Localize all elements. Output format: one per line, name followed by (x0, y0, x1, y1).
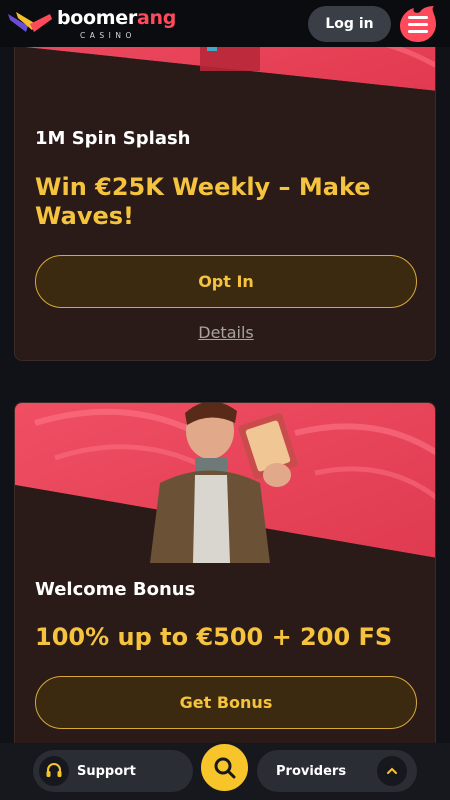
search-button[interactable] (198, 741, 251, 794)
get-bonus-button[interactable]: Get Bonus (35, 676, 417, 729)
details-link[interactable]: Details (15, 323, 435, 342)
promo-headline: Win €25K Weekly – Make Waves! (35, 173, 371, 230)
promo-title: 1M Spin Splash (35, 128, 191, 149)
promo-headline: 100% up to €500 + 200 FS (35, 623, 393, 651)
providers-label: Providers (276, 763, 347, 779)
providers-button[interactable]: Providers (257, 750, 417, 792)
welcome-bonus-banner-image (15, 403, 435, 563)
promo-title: Welcome Bonus (35, 579, 196, 600)
search-icon (214, 757, 235, 778)
top-header: boomerang CASINO Log in (0, 0, 450, 47)
promo-card-spin-splash: 1M Spin Splash Win €25K Weekly – Make Wa… (14, 0, 436, 361)
bottom-navigation: Support Providers (0, 741, 450, 800)
boomerang-logo-icon (8, 12, 52, 32)
support-button[interactable]: Support (33, 750, 193, 792)
hamburger-menu-icon (400, 6, 436, 42)
brand-name: boomerang (57, 7, 177, 29)
opt-in-button[interactable]: Opt In (35, 255, 417, 308)
headset-icon (39, 756, 69, 786)
menu-button[interactable] (398, 4, 438, 44)
login-button[interactable]: Log in (308, 6, 391, 42)
support-label: Support (77, 763, 136, 779)
brand-subtitle: CASINO (80, 31, 136, 40)
brand-logo[interactable]: boomerang CASINO (6, 7, 177, 42)
chevron-up-icon[interactable] (377, 756, 407, 786)
